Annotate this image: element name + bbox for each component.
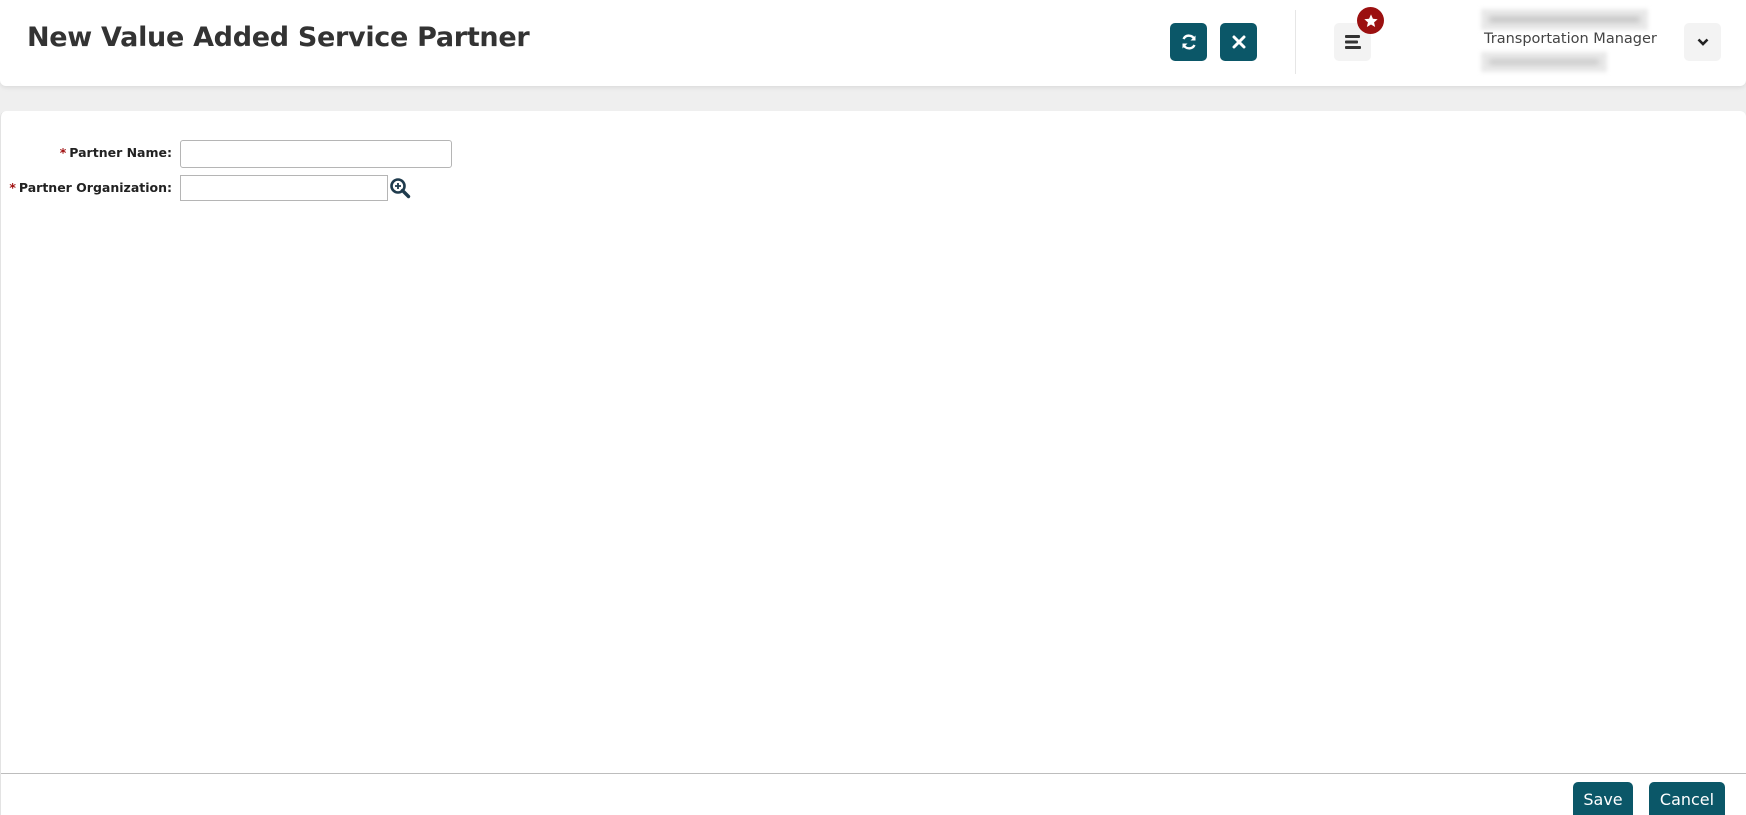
page-header: New Value Added Service Partner Transpor…	[0, 0, 1746, 86]
close-button[interactable]	[1220, 23, 1257, 61]
user-role: Transportation Manager	[1484, 31, 1657, 47]
header-divider	[1295, 10, 1296, 74]
footer-divider	[1, 773, 1746, 774]
close-icon	[1232, 35, 1245, 49]
favorites-badge[interactable]	[1357, 7, 1384, 34]
search-plus-icon	[390, 178, 411, 199]
chevron-down-icon	[1697, 38, 1708, 46]
cancel-button[interactable]: Cancel	[1649, 782, 1725, 815]
menu-icon	[1344, 35, 1361, 49]
partner-name-label: * Partner Name:	[59, 145, 172, 160]
required-marker: *	[9, 180, 16, 195]
save-button[interactable]: Save	[1573, 782, 1633, 815]
partner-organization-input[interactable]	[180, 175, 388, 201]
page-title: New Value Added Service Partner	[27, 22, 530, 53]
user-dropdown-button[interactable]	[1684, 23, 1721, 61]
user-name	[1481, 9, 1648, 30]
partner-organization-label: * Partner Organization:	[9, 180, 172, 195]
partner-name-input[interactable]	[180, 140, 452, 168]
required-marker: *	[59, 145, 67, 160]
refresh-button[interactable]	[1170, 23, 1207, 61]
partner-organization-lookup-button[interactable]	[389, 177, 411, 199]
user-subtitle	[1481, 52, 1607, 72]
star-icon	[1363, 13, 1378, 27]
form-panel: * Partner Name: * Partner Organization: Sa…	[0, 111, 1746, 815]
refresh-icon	[1181, 34, 1196, 50]
